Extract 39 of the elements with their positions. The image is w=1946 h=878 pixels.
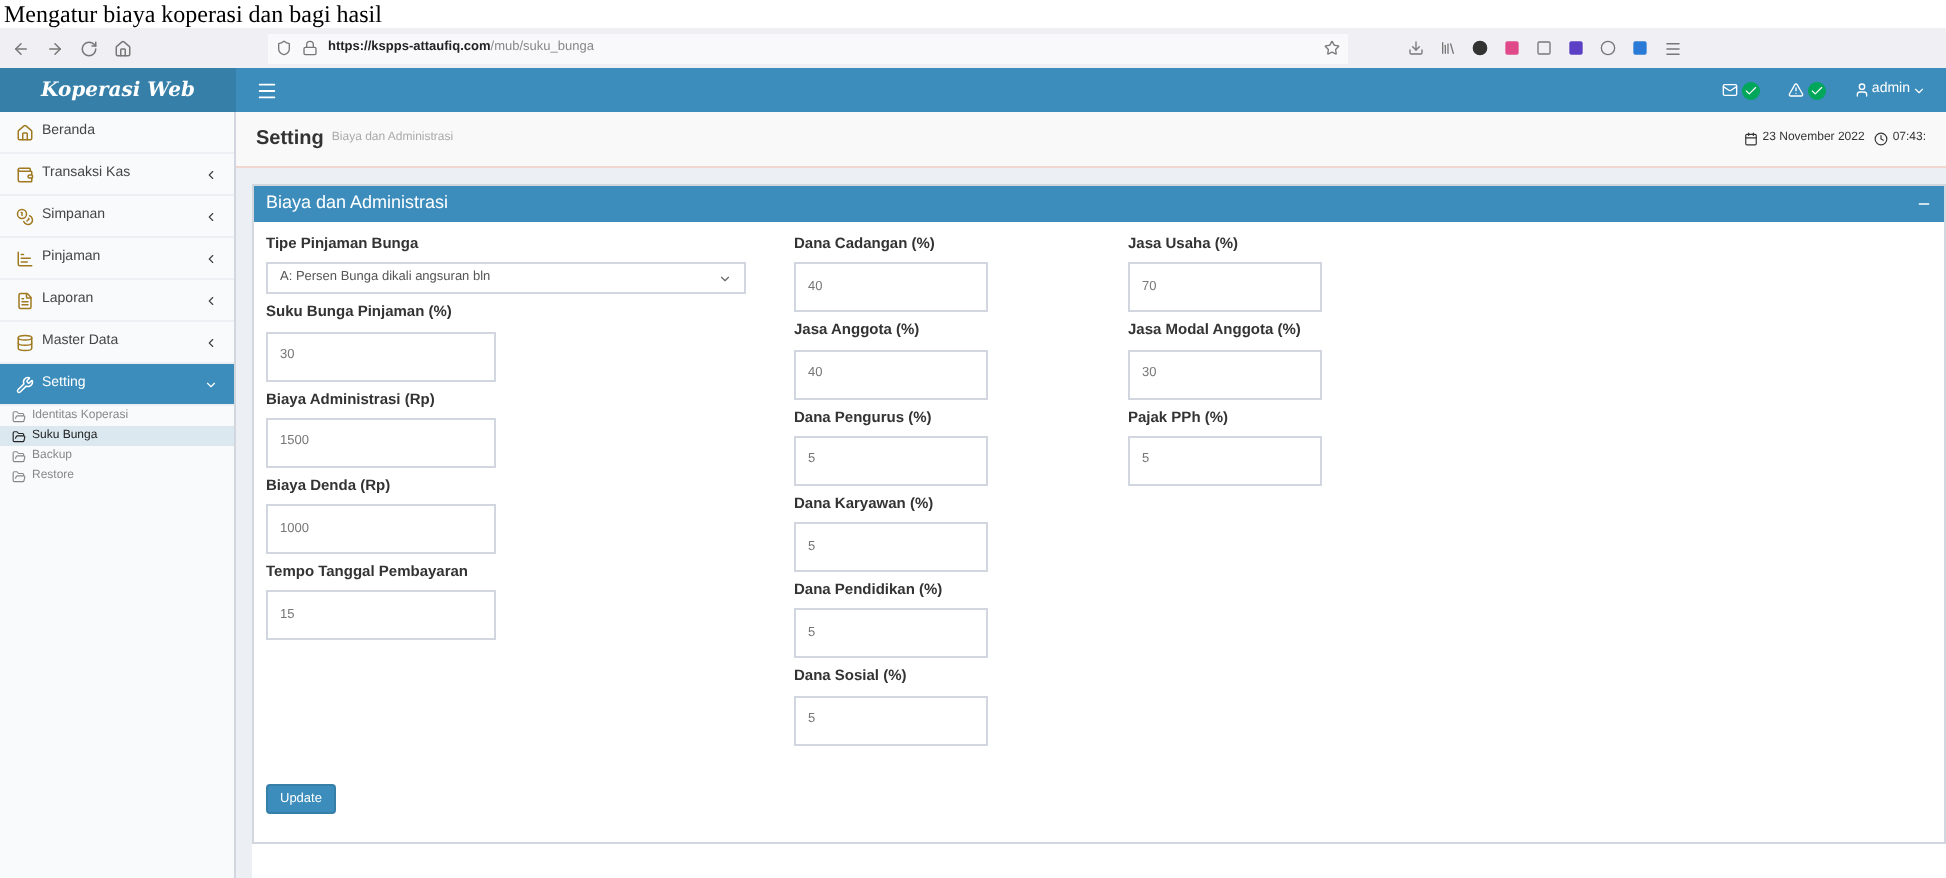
page-title: Setting xyxy=(256,126,324,154)
back-icon[interactable] xyxy=(12,39,30,57)
clock-icon xyxy=(1874,132,1889,146)
check-badge-icon xyxy=(1807,81,1826,99)
user-icon xyxy=(1853,82,1870,98)
panel-title: Biaya dan Administrasi xyxy=(266,190,449,217)
chevron-left-icon xyxy=(204,335,218,349)
forward-icon[interactable] xyxy=(46,39,64,57)
caret-icon xyxy=(718,271,732,286)
chevron-down-icon xyxy=(204,377,218,391)
chevron-left-icon xyxy=(204,251,218,265)
wallet-icon xyxy=(16,165,34,183)
messages-button[interactable] xyxy=(1721,81,1760,99)
chevron-left-icon xyxy=(204,167,218,181)
coins-icon xyxy=(16,207,34,225)
chevron-left-icon xyxy=(204,293,218,307)
menu-icon[interactable] xyxy=(1664,39,1682,57)
check-badge-icon xyxy=(1741,81,1760,99)
shield-icon xyxy=(276,40,292,56)
alerts-button[interactable] xyxy=(1787,81,1826,99)
database-icon xyxy=(16,333,34,351)
chevron-left-icon xyxy=(204,209,218,223)
chart-icon xyxy=(16,249,34,267)
library-icon[interactable] xyxy=(1440,40,1456,56)
house-icon xyxy=(16,123,34,141)
caption-text: Mengatur biaya koperasi dan bagi hasil xyxy=(2,0,382,28)
warning-icon xyxy=(1787,82,1804,98)
reload-icon[interactable] xyxy=(80,39,98,57)
home-icon[interactable] xyxy=(114,39,132,57)
lock-icon xyxy=(302,40,318,56)
document-icon xyxy=(16,291,34,309)
star-icon[interactable] xyxy=(1324,40,1340,56)
caret-icon xyxy=(1912,83,1926,97)
wrench-icon xyxy=(16,375,34,393)
menu-icon[interactable] xyxy=(256,79,278,101)
calendar-icon xyxy=(1744,132,1759,146)
brand-logo-text[interactable]: Koperasi Web xyxy=(41,75,195,105)
download-icon[interactable] xyxy=(1408,40,1424,56)
mail-icon xyxy=(1721,82,1738,98)
